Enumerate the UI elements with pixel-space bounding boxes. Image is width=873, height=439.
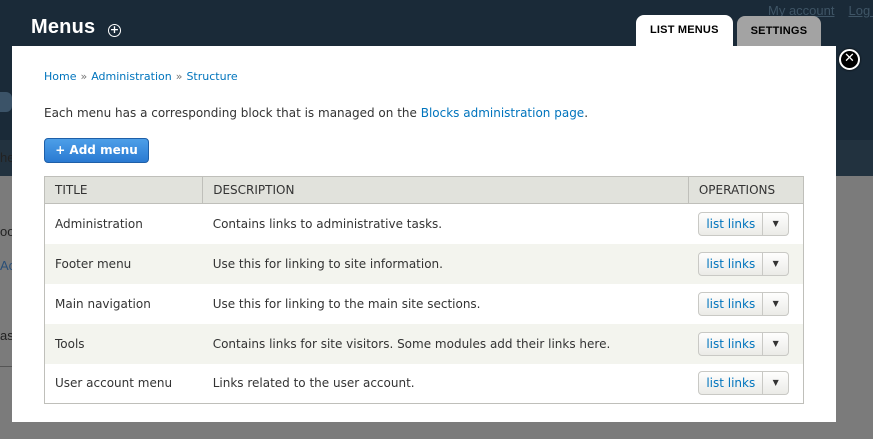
operations-cell: list links ▼	[688, 363, 804, 404]
tabs: List menus Settings	[636, 15, 822, 46]
dropdown-arrow-icon[interactable]: ▼	[763, 293, 788, 315]
table-row: User account menu Links related to the u…	[44, 363, 804, 404]
menu-title: Footer menu	[44, 243, 203, 284]
column-header-description: Description	[202, 176, 689, 204]
menu-title: User account menu	[44, 363, 203, 404]
table-row: Footer menu Use this for linking to site…	[44, 243, 804, 284]
background-edge-text: oo	[0, 224, 12, 239]
background-edge-text: he	[0, 150, 12, 165]
menu-description: Links related to the user account.	[202, 363, 689, 404]
menu-title: Main navigation	[44, 283, 203, 324]
breadcrumb-administration[interactable]: Administration	[91, 70, 172, 83]
add-shortcut-icon[interactable]: +	[108, 24, 121, 37]
list-links-button[interactable]: list links	[699, 212, 764, 235]
background-divider	[0, 366, 12, 367]
list-links-button[interactable]: list links	[699, 332, 764, 355]
menu-description: Contains links to administrative tasks.	[202, 203, 689, 244]
operations-cell: list links ▼	[688, 283, 804, 324]
column-header-title: Title	[44, 176, 204, 204]
add-menu-button[interactable]: + Add menu	[44, 138, 149, 163]
close-icon[interactable]: ✕	[839, 49, 860, 70]
column-header-operations: Operations	[688, 176, 804, 204]
tab-settings[interactable]: Settings	[736, 16, 822, 46]
intro-text-before: Each menu has a corresponding block that…	[44, 106, 421, 120]
dropdown-arrow-icon[interactable]: ▼	[763, 253, 788, 275]
dropdown-arrow-icon[interactable]: ▼	[763, 372, 788, 394]
table-row: Tools Contains links for site visitors. …	[44, 323, 804, 364]
operations-dropbutton: list links ▼	[698, 211, 790, 236]
dropdown-arrow-icon[interactable]: ▼	[763, 333, 788, 355]
intro-text-after: .	[584, 106, 589, 120]
breadcrumb-structure[interactable]: Structure	[186, 70, 237, 83]
breadcrumb-separator: »	[80, 70, 88, 83]
menu-description: Contains links for site visitors. Some m…	[202, 323, 689, 364]
tab-list-menus[interactable]: List menus	[636, 15, 733, 46]
menu-description: Use this for linking to the main site se…	[202, 283, 689, 324]
breadcrumb: Home» Administration» Structure	[44, 70, 238, 83]
menu-title: Administration	[44, 203, 203, 244]
menus-table: Title Description Operations Administrat…	[44, 176, 804, 404]
menus-dialog: Home» Administration» Structure Each menu …	[12, 46, 836, 422]
menu-description: Use this for linking to site information…	[202, 243, 689, 284]
background-edge-text: Ac	[0, 258, 12, 273]
table-row: Administration Contains links to adminis…	[44, 203, 804, 244]
blocks-admin-link[interactable]: Blocks administration page	[421, 106, 584, 120]
operations-dropbutton: list links ▼	[698, 291, 790, 316]
breadcrumb-home[interactable]: Home	[44, 70, 76, 83]
background-logo	[0, 92, 12, 112]
operations-cell: list links ▼	[688, 323, 804, 364]
table-row: Main navigation Use this for linking to …	[44, 283, 804, 324]
operations-dropbutton: list links ▼	[698, 251, 790, 276]
intro-text: Each menu has a corresponding block that…	[44, 106, 588, 120]
list-links-button[interactable]: list links	[699, 252, 764, 275]
list-links-button[interactable]: list links	[699, 372, 764, 395]
menu-title: Tools	[44, 323, 203, 364]
operations-dropbutton: list links ▼	[698, 331, 790, 356]
operations-cell: list links ▼	[688, 203, 804, 244]
list-links-button[interactable]: list links	[699, 292, 764, 315]
dropdown-arrow-icon[interactable]: ▼	[763, 213, 788, 235]
log-out-link: Log out	[848, 3, 873, 18]
breadcrumb-separator: »	[175, 70, 183, 83]
operations-cell: list links ▼	[688, 243, 804, 284]
table-header-row: Title Description Operations	[44, 176, 804, 204]
page-title: Menus	[31, 16, 96, 38]
background-edge-text: as	[0, 328, 12, 343]
operations-dropbutton: list links ▼	[698, 371, 790, 396]
